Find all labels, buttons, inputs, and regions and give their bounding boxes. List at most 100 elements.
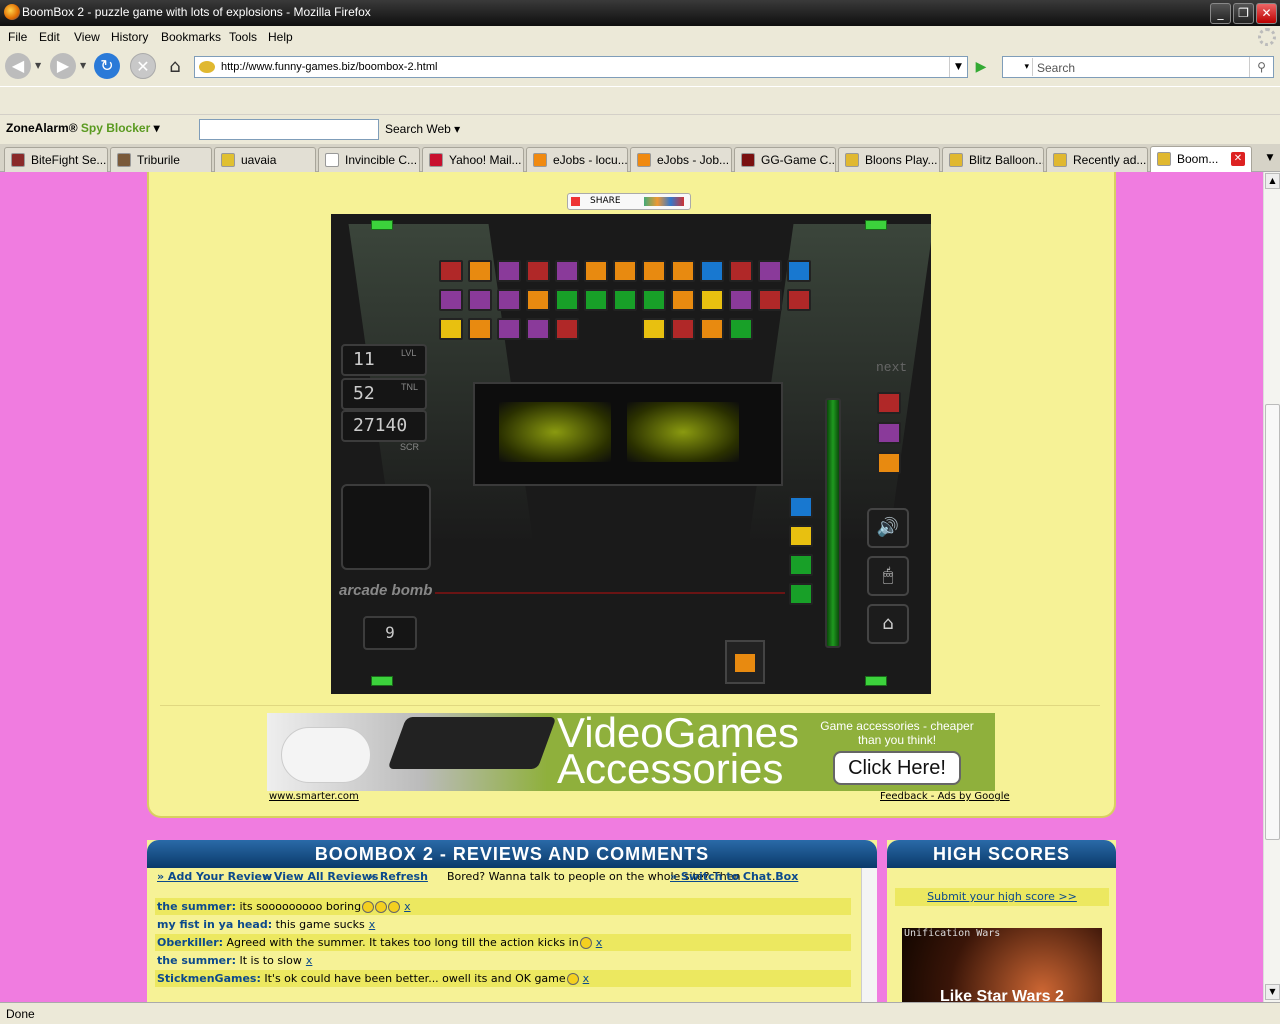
home-button[interactable]: ⌂ bbox=[164, 54, 186, 77]
center-display bbox=[473, 382, 783, 486]
search-bar[interactable]: ▾ Search ⚲ bbox=[1002, 56, 1274, 78]
back-button[interactable]: ◀ bbox=[5, 53, 31, 79]
report-comment-link[interactable]: x bbox=[596, 936, 603, 949]
report-comment-link[interactable]: x bbox=[583, 972, 590, 985]
review-author[interactable]: Oberkiller: bbox=[157, 936, 223, 949]
go-button[interactable]: ▶ bbox=[972, 58, 990, 76]
menu-edit[interactable]: Edit bbox=[39, 30, 60, 44]
thumbnail-title: Unification Wars bbox=[904, 928, 1001, 939]
tab[interactable]: Blitz Balloon... bbox=[942, 147, 1044, 172]
minimize-button[interactable]: _ bbox=[1210, 3, 1231, 24]
review-author[interactable]: StickmenGames: bbox=[157, 972, 261, 985]
bomb-counter: 9 bbox=[363, 616, 417, 650]
review-author[interactable]: the summer: bbox=[157, 900, 236, 913]
submit-score-row: Submit your high score >> bbox=[895, 888, 1109, 906]
tab-favicon-icon bbox=[429, 153, 443, 167]
tab[interactable]: eJobs - Job... bbox=[630, 147, 732, 172]
review-author[interactable]: the summer: bbox=[157, 954, 236, 967]
game-thumbnail[interactable]: Unification Wars Like Star Wars 2 bbox=[902, 928, 1102, 1002]
tab-list-dropdown-icon[interactable]: ▼ bbox=[1262, 148, 1278, 168]
tab[interactable]: Yahoo! Mail... bbox=[422, 147, 524, 172]
tab[interactable]: Bloons Play... bbox=[838, 147, 940, 172]
reviews-scrollbar[interactable] bbox=[861, 868, 877, 1002]
submit-highscore-link[interactable]: Submit your high score >> bbox=[927, 890, 1077, 903]
search-engine-selector[interactable]: ▾ bbox=[1005, 58, 1033, 76]
menu-bookmarks[interactable]: Bookmarks bbox=[161, 30, 221, 44]
game-tile bbox=[555, 260, 579, 282]
game-tile bbox=[729, 289, 753, 311]
switch-to-chat-link[interactable]: » Switch to Chat Box bbox=[670, 870, 798, 883]
report-comment-link[interactable]: x bbox=[369, 918, 376, 931]
tab[interactable]: BiteFight Se... bbox=[4, 147, 108, 172]
reload-button[interactable]: ↻ bbox=[94, 53, 120, 79]
ad-banner[interactable]: VideoGames Accessories Game accessories -… bbox=[267, 713, 995, 791]
page-content: SHARE 11 LVL 52 TNL 27140 SCR arcade bom… bbox=[0, 172, 1263, 1002]
display-glow bbox=[627, 402, 739, 462]
tab[interactable]: uavaia bbox=[214, 147, 316, 172]
mouse-icon[interactable]: 🖱 bbox=[867, 556, 909, 596]
close-window-button[interactable]: ✕ bbox=[1256, 3, 1277, 24]
tab-favicon-icon bbox=[1157, 152, 1171, 166]
zonealarm-search-input[interactable] bbox=[199, 119, 379, 140]
game-tile bbox=[700, 318, 724, 340]
refresh-link[interactable]: » Refresh bbox=[369, 870, 428, 883]
back-history-dropdown-icon[interactable]: ▼ bbox=[35, 61, 41, 70]
review-row: Oberkiller: Agreed with the summer. It t… bbox=[155, 934, 851, 951]
game-tile bbox=[787, 260, 811, 282]
zonealarm-logo[interactable]: ZoneAlarm® Spy Blocker ▾ bbox=[6, 121, 160, 135]
tab[interactable]: Triburile bbox=[110, 147, 212, 172]
url-text[interactable]: http://www.funny-games.biz/boombox-2.htm… bbox=[221, 61, 437, 73]
game-tile bbox=[700, 289, 724, 311]
tab[interactable]: GG-Game C... bbox=[734, 147, 836, 172]
view-all-reviews-link[interactable]: » View All Reviews bbox=[263, 870, 378, 883]
close-tab-icon[interactable]: ✕ bbox=[1231, 152, 1245, 166]
forward-button[interactable]: ▶ bbox=[50, 53, 76, 79]
game-tile bbox=[613, 260, 637, 282]
game-canvas[interactable]: 11 LVL 52 TNL 27140 SCR arcade bomb 9 ne… bbox=[331, 214, 931, 694]
tnl-label: TNL bbox=[401, 382, 419, 392]
add-review-link[interactable]: » Add Your Review bbox=[157, 870, 272, 883]
tab-favicon-icon bbox=[117, 153, 131, 167]
search-placeholder[interactable]: Search bbox=[1037, 61, 1075, 75]
game-tile bbox=[526, 260, 550, 282]
console-icon bbox=[387, 717, 557, 769]
stop-button[interactable]: ✕ bbox=[130, 53, 156, 79]
ad-feedback-link[interactable]: Feedback - Ads by Google bbox=[880, 791, 1010, 802]
url-bar[interactable]: http://www.funny-games.biz/boombox-2.htm… bbox=[194, 56, 968, 78]
menu-file[interactable]: File bbox=[8, 30, 27, 44]
ad-headline: VideoGames Accessories bbox=[557, 713, 799, 790]
share-button[interactable]: SHARE bbox=[567, 193, 691, 210]
tab[interactable]: Invincible C... bbox=[318, 147, 420, 172]
menu-help[interactable]: Help bbox=[268, 30, 293, 44]
scroll-up-icon[interactable]: ▲ bbox=[1265, 173, 1280, 189]
tab-favicon-icon bbox=[949, 153, 963, 167]
score-display: 27140 bbox=[341, 410, 427, 442]
menu-history[interactable]: History bbox=[111, 30, 148, 44]
url-history-dropdown-icon[interactable]: ▼ bbox=[949, 57, 967, 77]
maximize-button[interactable]: ❐ bbox=[1233, 3, 1254, 24]
forward-history-dropdown-icon[interactable]: ▼ bbox=[80, 61, 86, 70]
game-tile bbox=[439, 318, 463, 340]
search-icon[interactable]: ⚲ bbox=[1249, 57, 1273, 77]
tab-favicon-icon bbox=[533, 153, 547, 167]
tab[interactable]: eJobs - locu... bbox=[526, 147, 628, 172]
tab[interactable]: Boom... ✕ bbox=[1150, 146, 1252, 173]
tab-label: BiteFight Se... bbox=[31, 153, 107, 167]
menu-view[interactable]: View bbox=[74, 30, 100, 44]
review-author[interactable]: my fist in ya head: bbox=[157, 918, 272, 931]
menu-tools[interactable]: Tools bbox=[229, 30, 257, 44]
zonealarm-toolbar: ZoneAlarm® Spy Blocker ▾ Search Web ▾ bbox=[0, 114, 1280, 144]
corner-light bbox=[865, 220, 887, 230]
tab[interactable]: Recently ad... bbox=[1046, 147, 1148, 172]
sound-icon[interactable]: 🔊 bbox=[867, 508, 909, 548]
reviews-title: BOOMBOX 2 - REVIEWS AND COMMENTS bbox=[147, 840, 877, 868]
home-icon[interactable]: ⌂ bbox=[867, 604, 909, 644]
report-comment-link[interactable]: x bbox=[404, 900, 411, 913]
scroll-down-icon[interactable]: ▼ bbox=[1265, 984, 1280, 1000]
ad-click-here-button[interactable]: Click Here! bbox=[833, 751, 961, 785]
scroll-thumb[interactable] bbox=[1265, 404, 1280, 840]
zonealarm-search-button[interactable]: Search Web ▾ bbox=[385, 122, 460, 136]
report-comment-link[interactable]: x bbox=[306, 954, 313, 967]
page-scrollbar[interactable]: ▲ ▼ bbox=[1263, 172, 1280, 1002]
ad-source-link[interactable]: www.smarter.com bbox=[269, 791, 359, 802]
